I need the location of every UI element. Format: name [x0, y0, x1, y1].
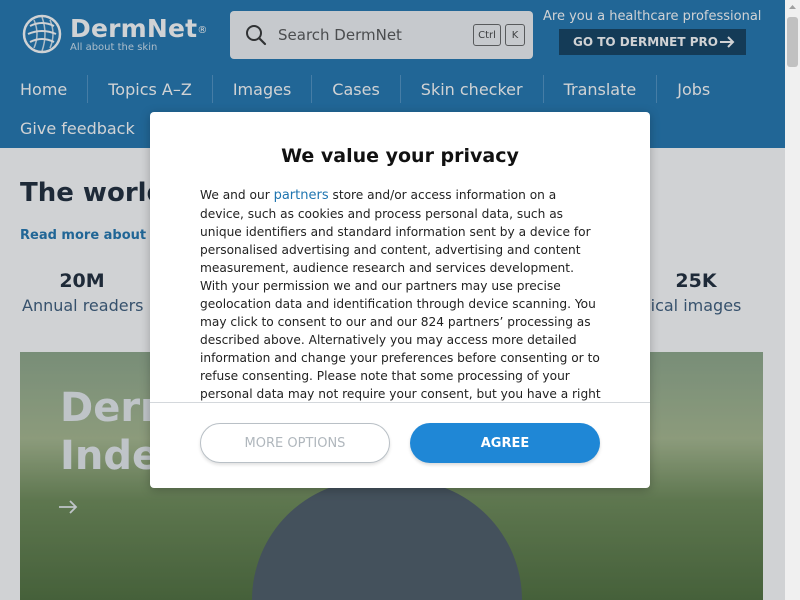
partners-link[interactable]: partners	[274, 188, 329, 203]
dialog-body: We and our partners store and/or access …	[200, 186, 602, 402]
page-scrollbar[interactable]	[785, 0, 800, 600]
scroll-up-icon[interactable]	[785, 0, 800, 15]
dialog-divider	[150, 402, 650, 403]
scrollbar-thumb[interactable]	[787, 17, 798, 67]
dialog-title: We value your privacy	[281, 145, 519, 167]
body-text-rest: store and/or access information on a dev…	[200, 188, 601, 401]
more-options-button[interactable]: MORE OPTIONS	[200, 423, 390, 463]
privacy-consent-dialog: We value your privacy We and our partner…	[150, 112, 650, 488]
body-text-start: We and our	[200, 188, 274, 202]
agree-button[interactable]: AGREE	[410, 423, 600, 463]
